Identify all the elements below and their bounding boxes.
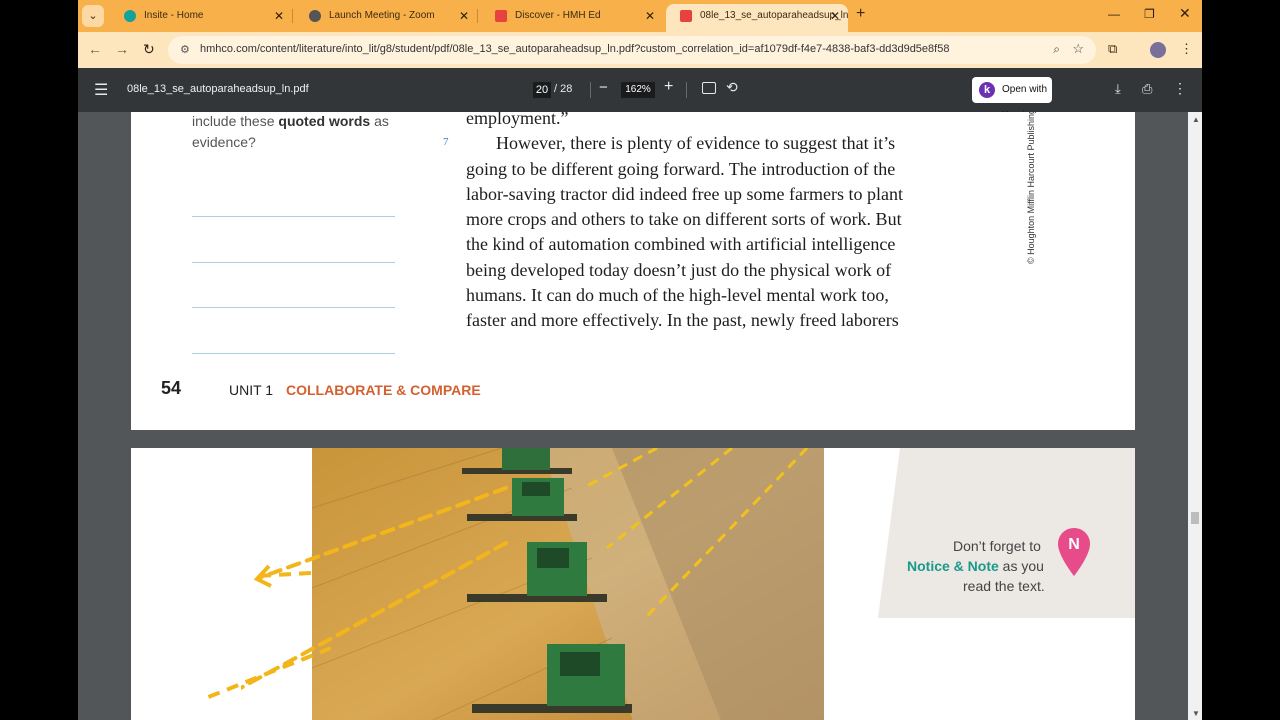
margin-question-line1: include these quoted words as [192, 113, 389, 129]
text-line: employment.” [466, 112, 569, 128]
pdf-toolbar: ☰ 08le_13_se_autoparaheadsup_ln.pdf 20 /… [78, 68, 1202, 121]
new-tab-button[interactable]: + [856, 5, 865, 23]
toolbar-divider [590, 82, 591, 98]
margin-question-line2: evidence? [192, 134, 256, 150]
scroll-thumb[interactable] [1191, 512, 1199, 524]
text-line: faster and more effectively. In the past… [466, 310, 899, 331]
url-text: hmhco.com/content/literature/into_lit/g8… [200, 43, 950, 55]
zoom-out-icon[interactable]: − [599, 79, 608, 96]
back-arrow-icon[interactable]: ← [88, 41, 102, 57]
tab-search-button[interactable]: ⌄ [82, 5, 104, 27]
answer-line [192, 216, 395, 217]
pdf-more-options-icon[interactable]: ⋮ [1173, 80, 1187, 97]
insite-favicon-icon [124, 10, 136, 22]
pdf-page-55: Don’t forget to Notice & Note as you rea… [131, 448, 1135, 720]
text-line: labor-saving tractor did indeed free up … [466, 183, 903, 204]
pin-letter: N [1068, 536, 1080, 553]
tab-hmh-discover[interactable]: Discover - HMH Ed ✕ [481, 4, 663, 32]
extensions-puzzle-icon[interactable]: ⧉ [1108, 41, 1117, 57]
page-number: 54 [161, 378, 182, 398]
browser-toolbar: ← → ↻ ⚙ hmhco.com/content/literature/int… [78, 32, 1202, 68]
close-window-icon[interactable]: ✕ [1179, 5, 1191, 22]
notice-line-3: read the text. [963, 578, 1045, 594]
zoom-level-input[interactable]: 162% [621, 82, 655, 98]
hmh-favicon-icon [680, 10, 692, 22]
print-icon[interactable]: ⎙ [1142, 81, 1152, 97]
open-with-kami-button[interactable]: k Open with Kami [972, 77, 1052, 121]
zoom-in-icon[interactable]: + [664, 78, 673, 96]
tab-strip: ⌄ Insite - Home ✕ Launch Meeting - Zoom … [78, 0, 1202, 32]
answer-line [192, 262, 395, 263]
section-label: COLLABORATE & COMPARE [286, 382, 481, 398]
page-total: / 28 [554, 83, 573, 95]
zoom-magnifier-icon[interactable]: ⌕ [1053, 42, 1060, 57]
bookmark-star-icon[interactable]: ☆ [1072, 41, 1084, 57]
unit-label: UNIT 1 [229, 382, 274, 398]
vertical-scrollbar[interactable]: ▲ ▼ [1188, 112, 1202, 720]
left-arrows [241, 486, 508, 691]
tab-title: Insite - Home [144, 10, 204, 21]
tab-divider [292, 9, 293, 23]
answer-line [192, 307, 395, 308]
text-line: However, there is plenty of evidence to … [496, 133, 896, 154]
notice-line-2: Notice & Note as you [907, 558, 1044, 574]
text-line: the kind of automation combined with art… [466, 234, 896, 255]
page-number-input[interactable]: 20 [533, 82, 551, 98]
kami-logo-icon: k [979, 82, 995, 98]
rotate-icon[interactable]: ⟲ [726, 79, 738, 96]
scroll-down-arrow-icon[interactable]: ▼ [1192, 709, 1200, 718]
tab-divider [477, 9, 478, 23]
notice-line-1: Don’t forget to [953, 538, 1041, 554]
browser-menu-icon[interactable]: ⋮ [1180, 41, 1193, 57]
toolbar-divider [686, 82, 687, 98]
site-info-icon[interactable]: ⚙ [180, 43, 190, 56]
forward-arrow-icon[interactable]: → [115, 41, 129, 57]
scroll-up-arrow-icon[interactable]: ▲ [1192, 115, 1200, 124]
browser-window: ⌄ Insite - Home ✕ Launch Meeting - Zoom … [78, 0, 1202, 720]
pdf-page-54: include these quoted words as evidence? … [131, 112, 1135, 430]
tab-close-icon[interactable]: ✕ [274, 4, 284, 28]
minimize-icon[interactable]: — [1108, 7, 1120, 21]
tab-close-icon[interactable]: ✕ [645, 4, 655, 28]
pdf-viewer[interactable]: include these quoted words as evidence? … [78, 112, 1202, 720]
text-line: going to be different going forward. The… [466, 158, 896, 179]
tab-zoom[interactable]: Launch Meeting - Zoom ✕ [295, 4, 477, 32]
tab-title: Discover - HMH Ed [515, 10, 601, 21]
hamburger-menu-icon[interactable]: ☰ [94, 80, 108, 100]
tab-insite[interactable]: Insite - Home ✕ [110, 4, 292, 32]
article-text: employment.” However, there is plenty of… [466, 112, 986, 334]
pdf-file-name: 08le_13_se_autoparaheadsup_ln.pdf [127, 83, 309, 95]
notice-pin-icon: N [1058, 528, 1090, 576]
tab-title: Launch Meeting - Zoom [329, 10, 435, 21]
hmh-favicon-icon [495, 10, 507, 22]
address-bar[interactable]: ⚙ hmhco.com/content/literature/into_lit/… [168, 36, 1096, 64]
tab-pdf-active[interactable]: 08le_13_se_autoparaheadsup_ln ✕ [666, 4, 848, 32]
line-number: 7 [443, 136, 449, 148]
text-line: being developed today doesn’t just do th… [466, 259, 892, 280]
fit-to-page-icon[interactable] [702, 82, 716, 94]
tab-close-icon[interactable]: ✕ [830, 4, 840, 28]
text-line: humans. It can do much of the high-level… [466, 285, 889, 306]
text-line: more crops and others to take on differe… [466, 209, 902, 230]
tab-close-icon[interactable]: ✕ [459, 4, 469, 28]
download-icon[interactable]: ⤓ [1115, 81, 1121, 97]
copyright-notice: © Houghton Mifflin Harcourt Publishing C [1026, 112, 1036, 264]
restore-icon[interactable]: ❐ [1144, 7, 1155, 21]
reload-icon[interactable]: ↻ [143, 41, 155, 58]
answer-line [192, 353, 395, 354]
zoom-favicon-icon [309, 10, 321, 22]
profile-avatar[interactable] [1150, 42, 1166, 58]
tab-title: 08le_13_se_autoparaheadsup_ln [700, 10, 848, 21]
